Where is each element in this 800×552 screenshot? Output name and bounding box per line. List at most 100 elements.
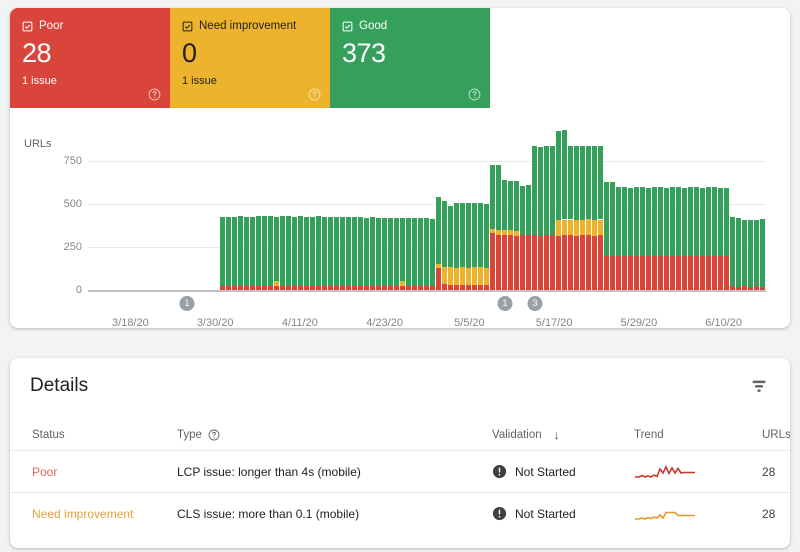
help-icon[interactable] — [308, 88, 321, 101]
chart-bar[interactable] — [268, 216, 274, 290]
chart-bar[interactable] — [478, 202, 484, 290]
chart-bar[interactable] — [742, 220, 748, 290]
chart-bar[interactable] — [538, 146, 544, 290]
chart-bar[interactable] — [664, 187, 670, 290]
chart-bar[interactable] — [280, 216, 286, 290]
chart-bar[interactable] — [286, 216, 292, 290]
chart-bar[interactable] — [682, 187, 688, 290]
chart-annotation-marker[interactable]: 1 — [179, 296, 195, 311]
chart-bar[interactable] — [718, 187, 724, 290]
chart-bar[interactable] — [340, 217, 346, 290]
chart-bar[interactable] — [520, 185, 526, 290]
chart-bar[interactable] — [514, 180, 520, 290]
chart-bar[interactable] — [334, 216, 340, 290]
chart-bar[interactable] — [760, 219, 766, 290]
chart-bar[interactable] — [550, 146, 556, 290]
chart-bar[interactable] — [610, 182, 616, 290]
chart-bar[interactable] — [412, 218, 418, 290]
chart-bar[interactable] — [376, 217, 382, 290]
table-row[interactable]: Poor LCP issue: longer than 4s (mobile) … — [10, 450, 790, 492]
chart-bar[interactable] — [292, 217, 298, 290]
chart-bar[interactable] — [382, 217, 388, 290]
help-icon[interactable] — [468, 88, 481, 101]
chart-bar[interactable] — [544, 145, 550, 290]
chart-bar[interactable] — [262, 216, 268, 290]
chart-bar[interactable] — [400, 217, 406, 290]
chart-bar[interactable] — [568, 145, 574, 290]
chart-bar[interactable] — [274, 216, 280, 290]
chart-bar[interactable] — [496, 165, 502, 290]
column-header-type[interactable]: Type — [177, 429, 492, 441]
chart-bar[interactable] — [598, 145, 604, 290]
chart-bar[interactable] — [646, 187, 652, 290]
chart-bar[interactable] — [562, 130, 568, 290]
chart-bar[interactable] — [706, 187, 712, 290]
chart-annotation-marker[interactable]: 1 — [497, 296, 513, 311]
chart-bar[interactable] — [370, 217, 376, 290]
chart-annotation-marker[interactable]: 3 — [527, 296, 543, 311]
chart-bar[interactable] — [754, 219, 760, 290]
chart-bar[interactable] — [472, 203, 478, 290]
chart-bar[interactable] — [436, 197, 442, 290]
chart-bar[interactable] — [442, 200, 448, 290]
chart-bar[interactable] — [406, 217, 412, 290]
checkbox-checked-icon[interactable] — [22, 21, 33, 32]
chart-bar[interactable] — [592, 146, 598, 290]
status-card-need-improvement[interactable]: Need improvement 0 1 issue — [170, 8, 330, 108]
chart-bar[interactable] — [658, 186, 664, 290]
column-header-trend[interactable]: Trend — [634, 429, 762, 441]
chart-bar[interactable] — [616, 186, 622, 290]
chart-bar[interactable] — [700, 187, 706, 290]
chart-bar[interactable] — [736, 217, 742, 290]
chart-bar[interactable] — [346, 217, 352, 290]
chart-bar[interactable] — [586, 145, 592, 290]
status-card-poor[interactable]: Poor 28 1 issue — [10, 8, 170, 108]
chart-bar[interactable] — [604, 181, 610, 290]
chart-bar[interactable] — [688, 187, 694, 290]
chart-bar[interactable] — [352, 216, 358, 290]
chart-bar[interactable] — [532, 145, 538, 290]
chart-bar[interactable] — [298, 216, 304, 290]
help-icon[interactable] — [208, 429, 220, 441]
chart-bar[interactable] — [430, 218, 436, 290]
chart-bar[interactable] — [676, 186, 682, 290]
chart-bar[interactable] — [490, 164, 496, 290]
chart-bar[interactable] — [622, 187, 628, 290]
sort-descending-icon[interactable]: ↓ — [554, 428, 560, 442]
column-header-urls[interactable]: URLs — [762, 429, 790, 441]
chart-bar[interactable] — [526, 185, 532, 290]
chart-bar[interactable] — [502, 179, 508, 290]
chart-bar[interactable] — [304, 216, 310, 290]
chart-bar[interactable] — [748, 219, 754, 290]
chart-bar[interactable] — [712, 186, 718, 290]
chart-bar[interactable] — [454, 203, 460, 290]
chart-bar[interactable] — [364, 217, 370, 290]
status-card-good[interactable]: Good 373 — [330, 8, 490, 108]
chart-bar[interactable] — [628, 187, 634, 290]
chart-bar[interactable] — [232, 217, 238, 290]
chart-bar[interactable] — [448, 206, 454, 290]
chart-bar[interactable] — [238, 216, 244, 290]
chart-bar[interactable] — [328, 216, 334, 290]
chart-bar[interactable] — [466, 203, 472, 290]
chart-bar[interactable] — [460, 202, 466, 290]
checkbox-checked-icon[interactable] — [342, 21, 353, 32]
chart-bar[interactable] — [250, 217, 256, 290]
chart-bar[interactable] — [388, 217, 394, 290]
chart-bar[interactable] — [634, 186, 640, 290]
filter-icon[interactable] — [748, 375, 772, 399]
chart-bar[interactable] — [226, 216, 232, 290]
chart-bar[interactable] — [394, 218, 400, 290]
checkbox-checked-icon[interactable] — [182, 21, 193, 32]
chart-bar[interactable] — [694, 186, 700, 290]
chart-bar[interactable] — [574, 146, 580, 290]
chart-bar[interactable] — [322, 216, 328, 290]
chart-bar[interactable] — [640, 186, 646, 290]
column-header-validation[interactable]: Validation ↓ — [492, 428, 634, 442]
chart-bar[interactable] — [580, 145, 586, 290]
chart-bar[interactable] — [508, 180, 514, 290]
chart-bar[interactable] — [652, 187, 658, 290]
chart-bar[interactable] — [670, 187, 676, 290]
chart-bar[interactable] — [358, 217, 364, 290]
chart-bar[interactable] — [730, 217, 736, 290]
